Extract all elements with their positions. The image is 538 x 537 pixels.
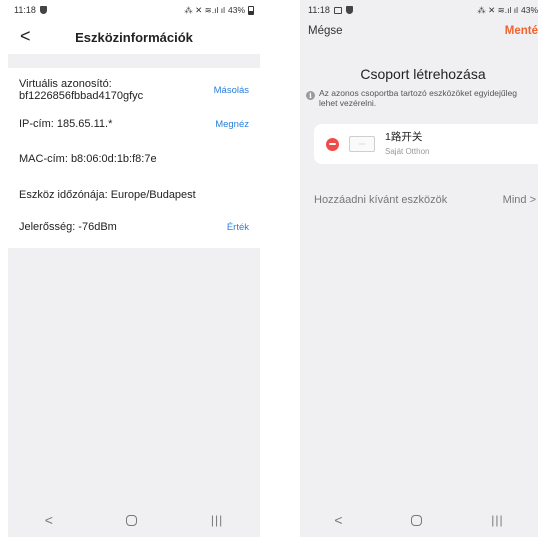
status-bar: 11:18 ⁂ ✕ ≋.ıl ıl 43% [300,0,538,20]
ip-value: IP-cím: 185.65.11.* [19,118,113,130]
shield-icon [39,6,47,14]
system-nav-bar: < ||| [8,503,260,537]
device-list-item: ⋯ 1路开关 Saját Otthon [314,124,538,164]
page-title: Csoport létrehozása [360,66,486,82]
copy-button[interactable]: Másolás [214,85,249,96]
status-icons: ⁂ ✕ ≋.ıl ıl [477,4,518,15]
timezone-row: Eszköz időzónája: Europe/Budapest [19,178,249,212]
back-button[interactable]: < [20,26,31,46]
signal-value: Jelerősség: -76dBm [19,221,117,233]
info-icon: i [306,91,315,100]
switch-device-icon: ⋯ [349,136,375,152]
status-time: 11:18 [308,5,330,15]
group-hint: i Az azonos csoportba tartozó eszközöket… [300,88,538,108]
device-info-screen: 11:18 ⁂ ✕ ≋.ıl ıl 43% < Eszközinformáció… [8,0,260,537]
nav-home-button[interactable] [126,514,138,526]
nav-back-button[interactable]: < [334,512,342,528]
system-nav-bar: < ||| [300,503,538,537]
signal-row: Jelerősség: -76dBm Érték [19,212,249,242]
virtual-id-row: Virtuális azonosító: bf1226856fbbad4170g… [19,68,249,108]
select-all-link[interactable]: Mind > [503,194,538,206]
top-bar: Mégse Menté [300,20,538,42]
status-bar: 11:18 ⁂ ✕ ≋.ıl ıl 43% [8,0,260,20]
device-room: Saját Otthon [385,147,430,156]
status-icons: ⁂ ✕ ≋.ıl ıl [184,4,225,15]
timezone-value: Eszköz időzónája: Europe/Budapest [19,189,196,201]
nav-back-button[interactable]: < [45,512,53,528]
screenshot-canvas: 11:18 ⁂ ✕ ≋.ıl ıl 43% < Eszközinformáció… [0,0,538,537]
add-devices-row[interactable]: Hozzáadni kívánt eszközök Mind > [300,194,538,206]
battery-icon [248,5,254,15]
remove-device-icon[interactable] [326,137,339,151]
shield-icon [345,6,353,14]
device-text: 1路开关 Saját Otthon [385,131,429,157]
ip-row: IP-cím: 185.65.11.* Megnéz [19,108,249,140]
cancel-button[interactable]: Mégse [308,25,343,37]
nav-recents-button[interactable]: ||| [211,513,223,527]
status-time: 11:18 [14,5,36,15]
add-devices-label: Hozzáadni kívánt eszközök [314,194,448,206]
nav-home-button[interactable] [411,514,423,526]
page-title: Eszközinformációk [75,29,193,45]
device-info-list: Virtuális azonosító: bf1226856fbbad4170g… [8,68,260,248]
page-header: < Eszközinformációk [8,20,260,54]
mac-row: MAC-cím: b8:06:0d:1b:f8:7e [19,140,249,178]
hint-text: Az azonos csoportba tartozó eszközöket e… [319,88,517,108]
save-button[interactable]: Menté [505,25,538,37]
create-group-screen: 11:18 ⁂ ✕ ≋.ıl ıl 43% Mégse Menté Csopor… [300,0,538,537]
mac-value: MAC-cím: b8:06:0d:1b:f8:7e [19,153,157,165]
image-icon [333,6,342,14]
battery-percent: 43% [520,5,538,15]
battery-percent: 43% [227,5,245,15]
nav-recents-button[interactable]: ||| [491,513,503,527]
virtual-id-value: Virtuális azonosító: bf1226856fbbad4170g… [19,78,144,102]
signal-value-button[interactable]: Érték [227,222,249,233]
view-ip-button[interactable]: Megnéz [215,119,249,130]
device-name: 1路开关 [385,131,423,143]
